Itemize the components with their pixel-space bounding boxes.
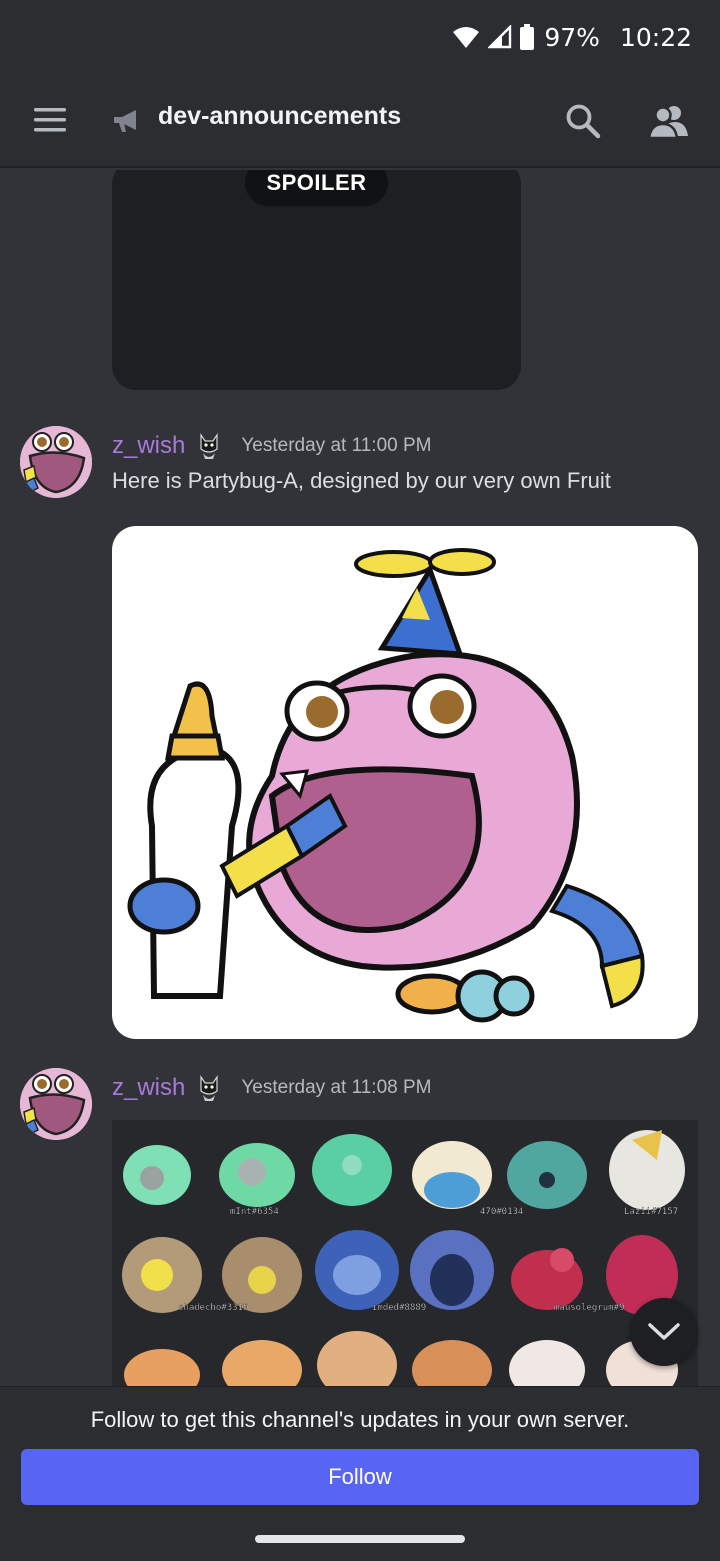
follow-footer: Follow to get this channel's updates in … xyxy=(0,1386,720,1561)
cell-signal-icon xyxy=(488,25,512,49)
jump-to-bottom-button[interactable] xyxy=(630,1298,698,1366)
status-icons: 97% 10:22 xyxy=(452,20,692,54)
home-indicator[interactable] xyxy=(255,1535,465,1543)
avatar[interactable] xyxy=(20,1068,92,1140)
username[interactable]: z_wish xyxy=(112,1074,185,1102)
announcement-channel-icon xyxy=(114,110,136,132)
spoiler-attachment[interactable]: SPOILER xyxy=(112,170,521,390)
channel-name: dev-announcements xyxy=(158,102,402,130)
cat-badge-icon xyxy=(200,433,218,459)
chevron-down-icon xyxy=(648,1323,680,1340)
collage-tag: Lazii#7157 xyxy=(624,1207,678,1217)
message-text: Here is Partybug-A, designed by our very… xyxy=(112,468,611,493)
timestamp: Yesterday at 11:00 PM xyxy=(241,435,432,456)
follow-button[interactable]: Follow xyxy=(21,1449,699,1505)
cat-badge-icon xyxy=(200,1075,218,1101)
partybug-illustration xyxy=(127,548,645,1023)
message-header: z_wish Yesterday at 11:00 PM xyxy=(112,428,431,464)
wifi-icon xyxy=(453,27,480,48)
collage-tag: mInt#6354 xyxy=(230,1207,279,1217)
hamburger-menu-icon[interactable] xyxy=(30,104,70,136)
collage-tag: 470#0134 xyxy=(480,1207,523,1217)
collage-tag: imded#8889 xyxy=(372,1303,426,1313)
clock: 10:22 xyxy=(619,22,692,52)
spoiler-label: SPOILER xyxy=(245,170,388,206)
image-attachment[interactable] xyxy=(112,526,698,1039)
follow-prompt: Follow to get this channel's updates in … xyxy=(90,1407,630,1432)
channel-header: dev-announcements xyxy=(0,72,720,168)
message-header: z_wish Yesterday at 11:08 PM xyxy=(112,1070,431,1106)
members-icon[interactable] xyxy=(648,102,688,140)
status-bar: 97% 10:22 xyxy=(0,0,720,72)
character-collage: mInt#6354 470#0134 Lazii#7157 shadecho#3… xyxy=(112,1120,698,1386)
battery-icon xyxy=(520,24,535,50)
username[interactable]: z_wish xyxy=(112,432,185,460)
search-icon[interactable] xyxy=(564,102,602,140)
battery-percent: 97% xyxy=(544,22,600,52)
collage-tag: shadecho#3310 xyxy=(178,1303,248,1313)
message-list[interactable]: SPOILER z_wish Yesterday at 11:00 PM Her… xyxy=(0,170,720,1386)
collage-tag: mausolegrum#9 xyxy=(554,1303,624,1313)
timestamp: Yesterday at 11:08 PM xyxy=(241,1077,432,1098)
avatar[interactable] xyxy=(20,426,92,498)
image-attachment[interactable]: mInt#6354 470#0134 Lazii#7157 shadecho#3… xyxy=(112,1120,698,1386)
